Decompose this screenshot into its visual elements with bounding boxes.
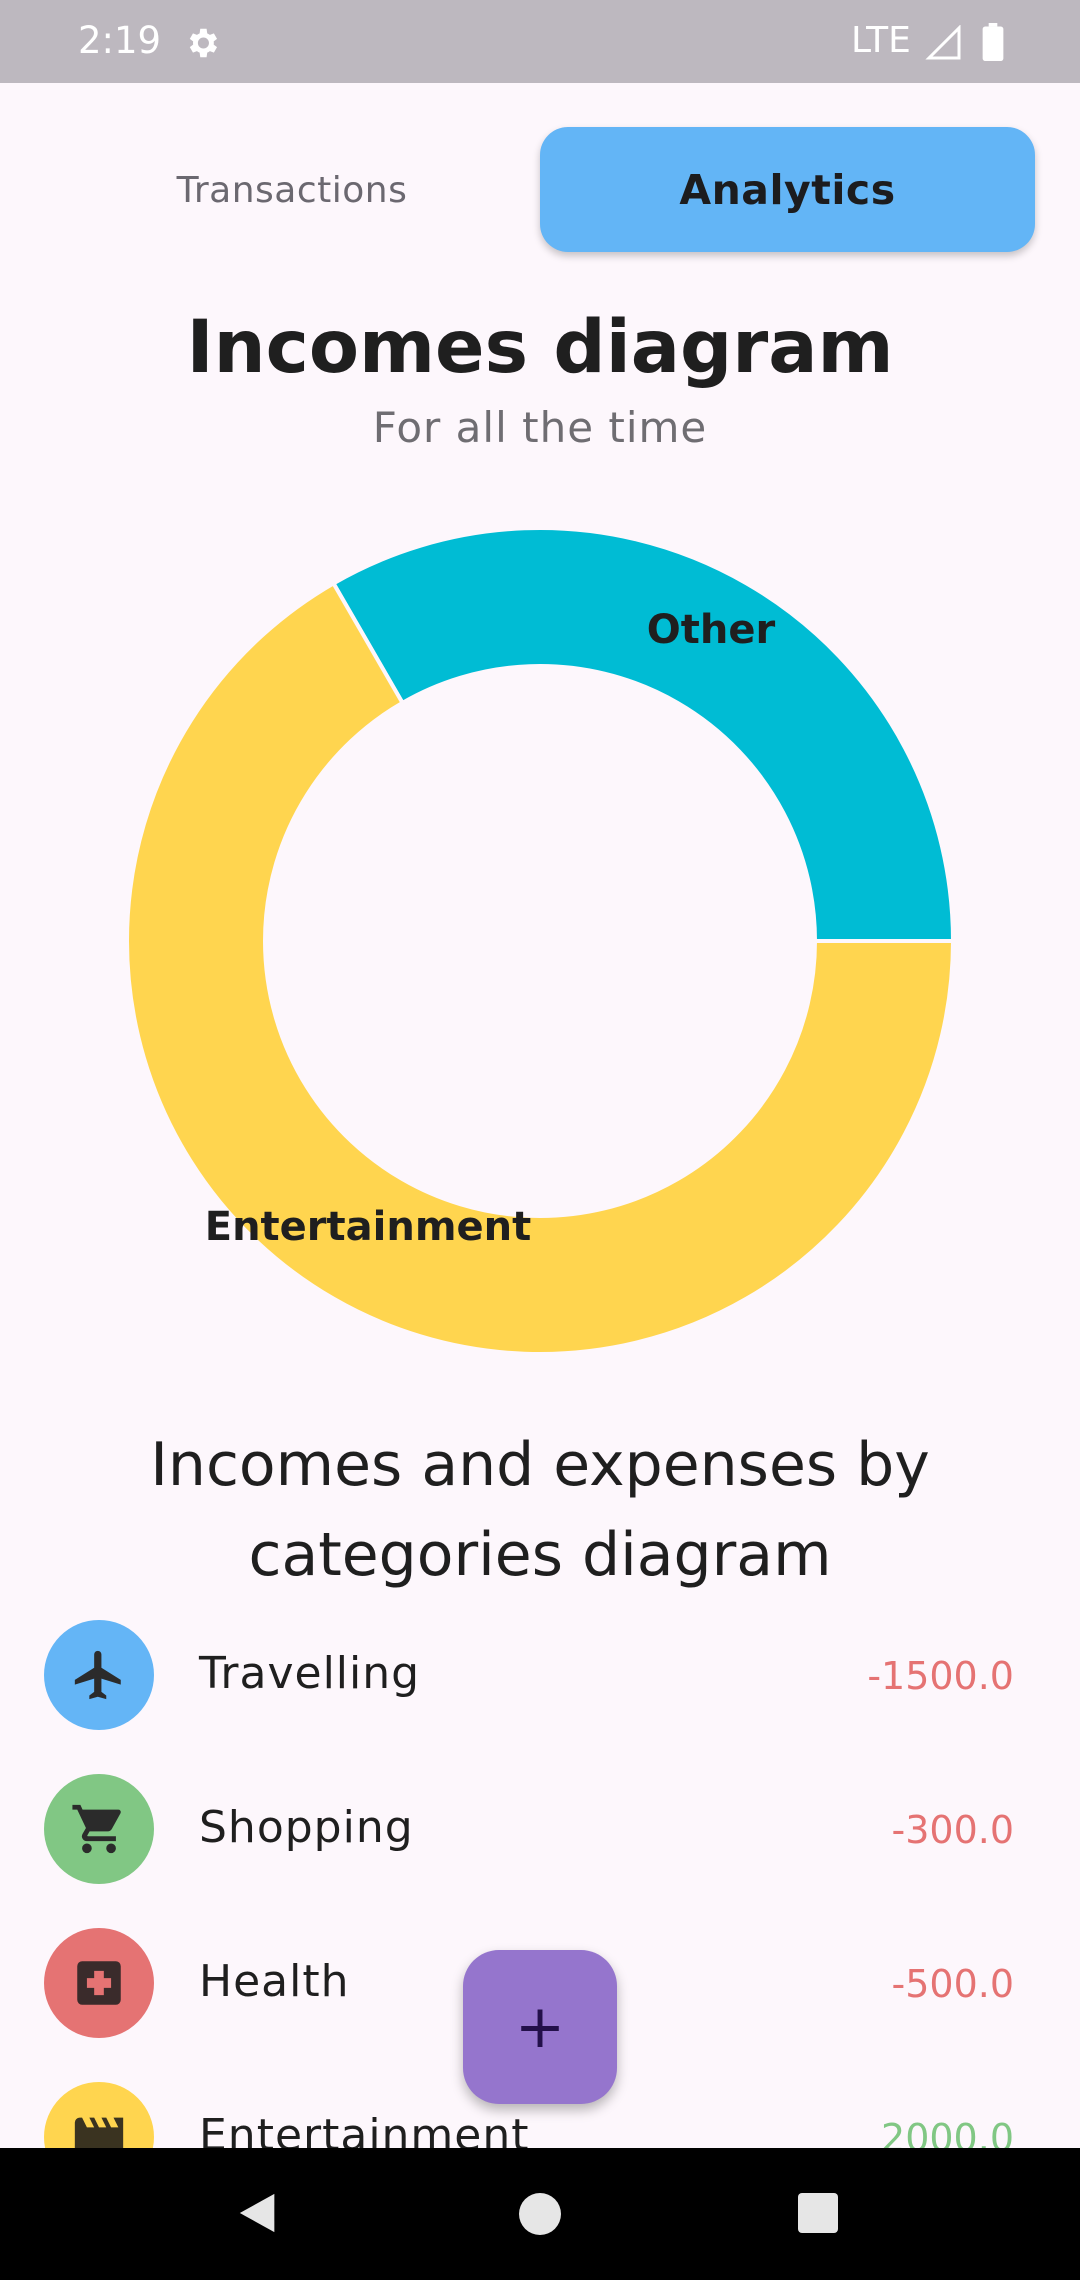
plus-icon: + xyxy=(514,1992,566,2062)
back-icon[interactable] xyxy=(236,2190,282,2236)
airplane-icon xyxy=(74,1650,121,1700)
category-label: Entertainment xyxy=(199,2110,530,2150)
category-label: Shopping xyxy=(199,1802,414,1853)
home-icon[interactable] xyxy=(519,2193,561,2235)
list-item-travelling[interactable]: Travelling -1500.0 xyxy=(0,1600,1080,1754)
category-value: -500.0 xyxy=(891,1962,1015,2006)
add-button[interactable]: + xyxy=(463,1950,617,2104)
battery-icon xyxy=(982,23,1004,61)
category-icon-circle xyxy=(44,2082,154,2150)
medical-icon xyxy=(77,1961,121,2005)
category-icon-circle xyxy=(44,1774,154,1884)
category-label: Health xyxy=(199,1956,350,2007)
category-value: -300.0 xyxy=(891,1808,1015,1852)
incomes-donut-chart: Other Entertainment xyxy=(125,526,956,1356)
tab-analytics[interactable]: Analytics xyxy=(540,127,1035,252)
tab-analytics-label: Analytics xyxy=(679,165,896,214)
movie-icon xyxy=(74,2117,124,2150)
status-time: 2:19 xyxy=(78,19,162,62)
page-subtitle: For all the time xyxy=(372,403,708,452)
network-type: LTE xyxy=(851,20,911,61)
category-value: 2000.0 xyxy=(881,2116,1014,2150)
tab-transactions-label: Transactions xyxy=(176,169,408,211)
tab-transactions[interactable]: Transactions xyxy=(100,128,484,252)
category-icon-circle xyxy=(44,1620,154,1730)
settings-gear-icon xyxy=(189,28,218,58)
page-title: Incomes diagram xyxy=(186,305,894,390)
donut-label-other: Other xyxy=(647,607,776,653)
donut-slice-other xyxy=(330,526,956,943)
section-title: Incomes and expenses by categories diagr… xyxy=(150,1430,930,1590)
donut-label-entertainment: Entertainment xyxy=(205,1204,531,1250)
category-label: Travelling xyxy=(199,1648,421,1699)
status-bar: 2:19 LTE xyxy=(0,0,1080,83)
cart-icon xyxy=(72,1804,121,1854)
signal-icon xyxy=(925,25,961,60)
list-item-shopping[interactable]: Shopping -300.0 xyxy=(0,1754,1080,1908)
category-icon-circle xyxy=(44,1928,154,2038)
recents-icon[interactable] xyxy=(798,2193,838,2233)
category-value: -1500.0 xyxy=(867,1654,1014,1698)
